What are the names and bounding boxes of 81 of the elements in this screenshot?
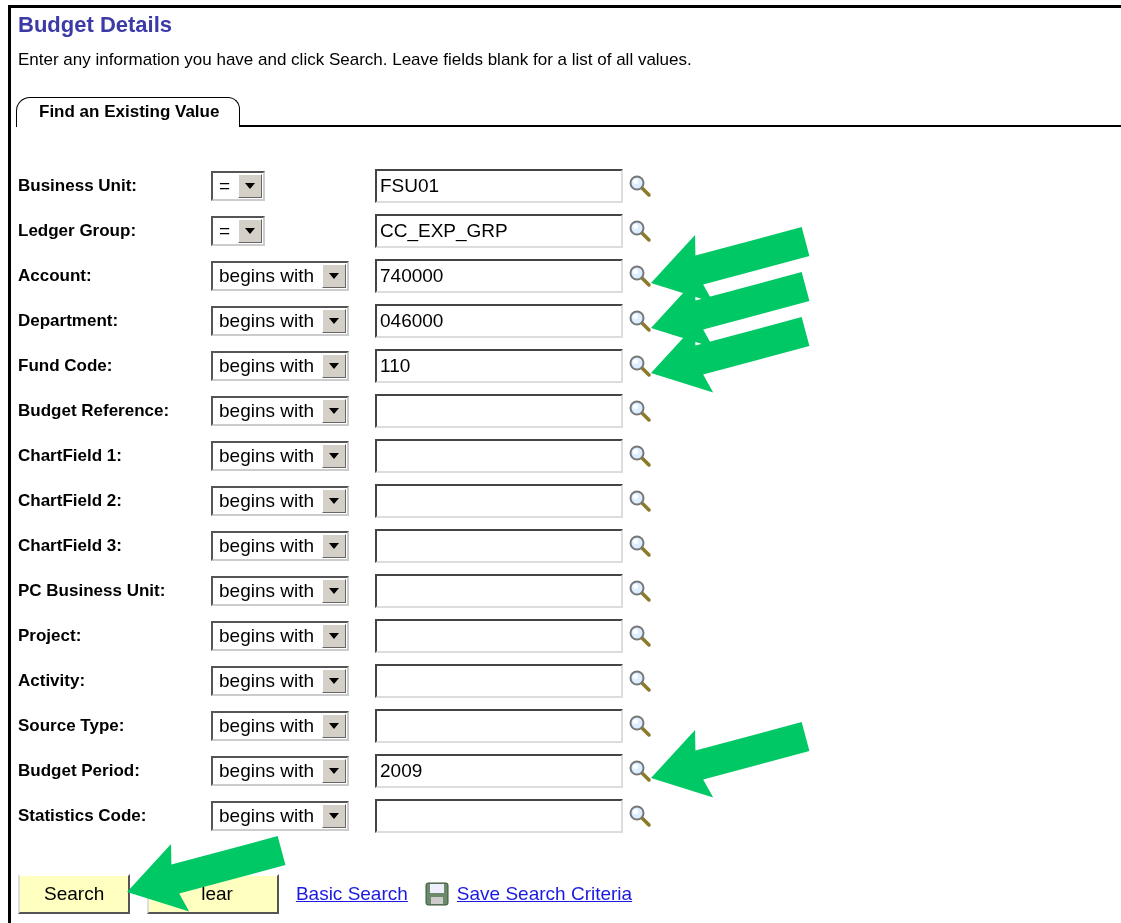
field-label: ChartField 3: (18, 535, 123, 556)
caret-icon (329, 272, 340, 279)
search-icon[interactable] (628, 353, 652, 378)
search-icon[interactable] (628, 173, 652, 198)
input-field[interactable] (375, 663, 623, 698)
caret-icon (245, 227, 256, 234)
operator-dropdown[interactable]: = (211, 170, 266, 201)
operator-dropdown[interactable]: begins with (211, 395, 350, 426)
search-icon[interactable] (628, 578, 652, 603)
field-label: Account: (18, 265, 93, 286)
operator-dropdown[interactable]: begins with (211, 485, 350, 516)
caret-icon (329, 722, 340, 729)
search-icon[interactable] (628, 668, 652, 693)
caret-icon (329, 587, 340, 594)
operator-dropdown[interactable]: begins with (211, 350, 350, 381)
search-icon[interactable] (628, 488, 652, 513)
operator-dropdown[interactable]: begins with (211, 575, 350, 606)
field-label: ChartField 2: (18, 490, 123, 511)
input-field[interactable]: 2009 (375, 753, 623, 788)
search-icon[interactable] (628, 623, 652, 648)
search-icon[interactable] (628, 443, 652, 468)
caret-icon (329, 767, 340, 774)
input-field[interactable] (375, 573, 623, 608)
caret-icon (329, 407, 340, 414)
field-label: Fund Code: (18, 355, 114, 376)
field-label: Business Unit: (18, 175, 139, 196)
caret-icon (329, 542, 340, 549)
field-label: Project: (18, 625, 83, 646)
search-button[interactable]: Search (18, 874, 131, 914)
input-field[interactable]: 110 (375, 348, 623, 383)
basic-search-link[interactable]: Basic Search (295, 883, 408, 905)
caret-icon (329, 362, 340, 369)
operator-dropdown[interactable]: begins with (211, 665, 350, 696)
operator-dropdown[interactable]: begins with (211, 755, 350, 786)
field-label: Activity: (18, 670, 87, 691)
search-icon[interactable] (628, 218, 652, 243)
operator-dropdown[interactable]: begins with (211, 710, 350, 741)
input-field[interactable]: 046000 (375, 303, 623, 338)
tab[interactable]: Find an Existing Value (16, 97, 241, 127)
search-icon[interactable] (628, 758, 652, 783)
caret-icon (329, 497, 340, 504)
search-icon[interactable] (628, 803, 652, 828)
operator-dropdown[interactable]: begins with (211, 620, 350, 651)
input-field[interactable]: CC_EXP_GRP (375, 213, 623, 248)
input-field[interactable] (375, 618, 623, 653)
input-field[interactable] (375, 528, 623, 563)
input-field[interactable]: 740000 (375, 258, 623, 293)
field-label: PC Business Unit: (18, 580, 167, 601)
input-field[interactable] (375, 708, 623, 743)
input-field[interactable] (375, 798, 623, 833)
operator-dropdown[interactable]: begins with (211, 305, 350, 336)
field-label: Source Type: (18, 715, 126, 736)
search-icon[interactable] (628, 398, 652, 423)
caret-icon (329, 812, 340, 819)
operator-dropdown[interactable]: begins with (211, 530, 350, 561)
field-label: Budget Reference: (18, 400, 171, 421)
search-icon[interactable] (628, 263, 652, 288)
operator-dropdown[interactable]: begins with (211, 440, 350, 471)
search-icon[interactable] (628, 533, 652, 558)
caret-icon (329, 317, 340, 324)
field-label: Ledger Group: (18, 220, 138, 241)
operator-dropdown[interactable]: begins with (211, 800, 350, 831)
instructions-text: Enter any information you have and click Search. Leave fields blank for a list of all values. (18, 50, 693, 70)
field-label: Budget Period: (18, 760, 141, 781)
search-icon[interactable] (628, 308, 652, 333)
field-label: Department: (18, 310, 120, 331)
operator-dropdown[interactable]: begins with (211, 260, 350, 291)
caret-icon (245, 182, 256, 189)
input-field[interactable] (375, 438, 623, 473)
save-criteria-link[interactable]: Save Search Criteria (456, 883, 633, 905)
page-title: Budget Details (18, 11, 174, 38)
search-icon[interactable] (628, 713, 652, 738)
caret-icon (329, 452, 340, 459)
field-label: Statistics Code: (18, 805, 148, 826)
caret-icon (329, 677, 340, 684)
caret-icon (329, 632, 340, 639)
input-field[interactable]: FSU01 (375, 168, 623, 203)
operator-dropdown[interactable]: = (211, 215, 266, 246)
field-label: ChartField 1: (18, 445, 123, 466)
input-field[interactable] (375, 483, 623, 518)
input-field[interactable] (375, 393, 623, 428)
